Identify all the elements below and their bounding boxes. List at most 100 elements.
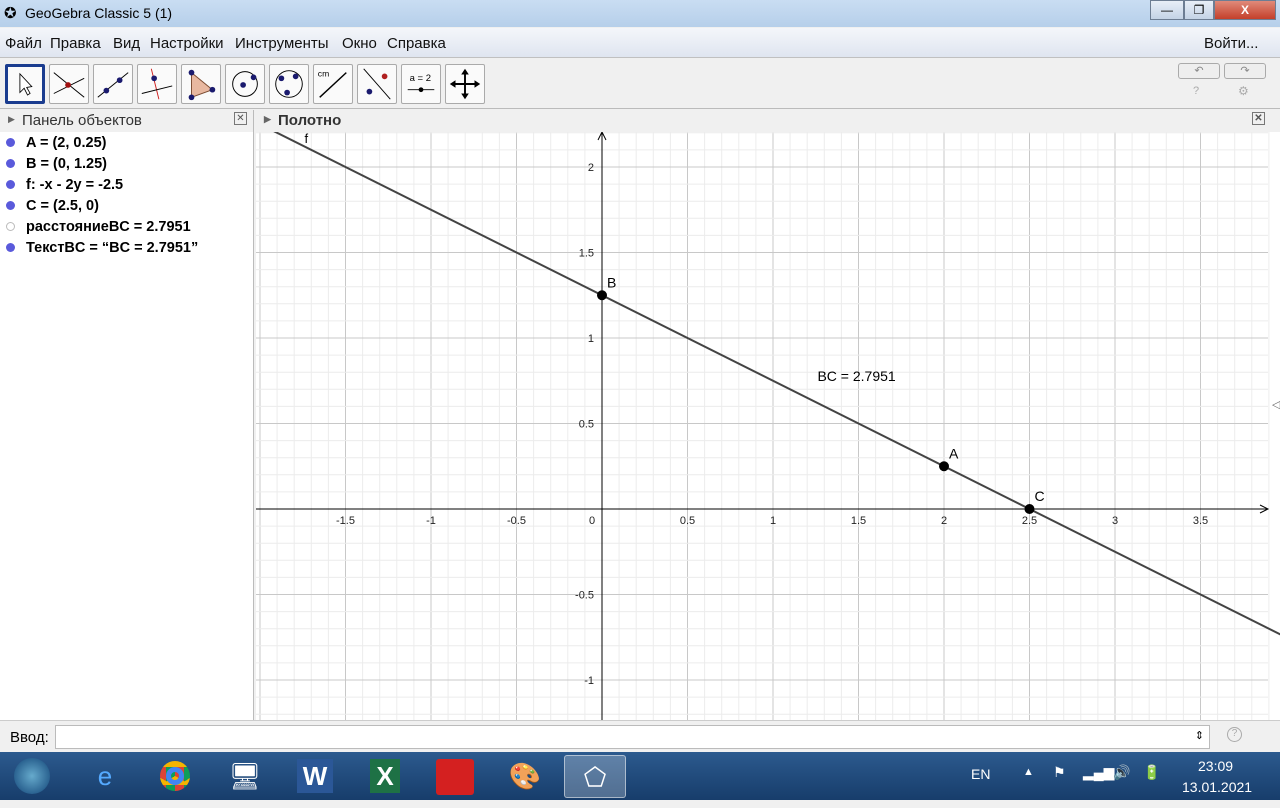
redo-button[interactable]: ↷: [1224, 63, 1266, 79]
x-tick-label: 3.5: [1193, 515, 1208, 527]
menu-edit[interactable]: Правка: [50, 35, 101, 52]
taskbar-paint-icon[interactable]: 🎨: [494, 755, 556, 798]
y-tick-label: -1: [584, 675, 594, 687]
tool-polygon[interactable]: [181, 64, 221, 104]
algebra-object[interactable]: B = (0, 1.25): [0, 153, 253, 174]
geogebra-icon: ✪: [4, 5, 17, 22]
close-panel-icon[interactable]: ✕: [1252, 112, 1265, 125]
menu-bar: Файл Правка Вид Настройки Инструменты Ок…: [0, 28, 1280, 58]
input-field[interactable]: ⇕: [55, 725, 1210, 749]
volume-icon[interactable]: 🔊: [1113, 764, 1130, 781]
input-label: Ввод:: [10, 729, 49, 746]
visibility-toggle-icon[interactable]: [6, 159, 15, 168]
help-icon[interactable]: ?: [1193, 85, 1199, 97]
tool-intersect[interactable]: [49, 64, 89, 104]
taskbar-excel-icon[interactable]: X: [354, 755, 416, 798]
settings-gear-icon[interactable]: ⚙: [1238, 84, 1249, 98]
y-tick-label: 0.5: [579, 419, 594, 431]
tool-slider[interactable]: a = 2: [401, 64, 441, 104]
graphics-canvas[interactable]: -1.5 -1 -0.5 0 0.5 1 1.5 2 2.5 3 3.5 2 1.5 1 0.5 -0.5 -1…: [256, 132, 1280, 720]
point-B: [597, 290, 607, 301]
taskbar-word-icon[interactable]: W: [284, 755, 346, 798]
tool-circle-three-points[interactable]: [269, 64, 309, 104]
point-label-B: B: [607, 274, 616, 290]
visibility-toggle-icon[interactable]: [6, 222, 15, 231]
algebra-object-text: f: -x - 2y = -2.5: [26, 177, 124, 193]
menu-tools[interactable]: Инструменты: [235, 35, 329, 52]
taskbar-red-app-icon[interactable]: [424, 755, 486, 798]
close-panel-icon[interactable]: ✕: [234, 112, 247, 125]
x-tick-label: -1.5: [336, 515, 355, 527]
algebra-object[interactable]: A = (2, 0.25): [0, 132, 253, 153]
x-tick-label: 1: [770, 515, 776, 527]
menu-window[interactable]: Окно: [342, 35, 377, 52]
tool-circle[interactable]: [225, 64, 265, 104]
algebra-panel-title: Панель объектов: [22, 112, 142, 129]
visibility-toggle-icon[interactable]: [6, 201, 15, 210]
start-button[interactable]: [4, 755, 60, 798]
menu-help[interactable]: Справка: [387, 35, 446, 52]
minimize-button[interactable]: —: [1150, 0, 1184, 20]
restore-button[interactable]: ❐: [1184, 0, 1214, 20]
input-bar: Ввод: ⇕ ?: [0, 720, 1280, 752]
language-indicator[interactable]: EN: [971, 766, 990, 782]
visibility-toggle-icon[interactable]: [6, 180, 15, 189]
tool-perpendicular[interactable]: [137, 64, 177, 104]
close-button[interactable]: X: [1214, 0, 1276, 20]
login-link[interactable]: Войти...: [1204, 35, 1258, 52]
menu-settings[interactable]: Настройки: [150, 35, 224, 52]
undo-button[interactable]: ↶: [1178, 63, 1220, 79]
tool-reflect[interactable]: [357, 64, 397, 104]
taskbar-chrome-icon[interactable]: [144, 755, 206, 798]
network-signal-icon[interactable]: ▂▄▆: [1083, 764, 1114, 781]
visibility-toggle-icon[interactable]: [6, 138, 15, 147]
point-C: [1024, 504, 1035, 514]
clock-date[interactable]: 13.01.2021: [1182, 779, 1252, 795]
tool-move-graphics[interactable]: [445, 64, 485, 104]
distance-label: cm: [318, 68, 329, 78]
algebra-object-text: ТекстBC = “BC = 2.7951”: [26, 240, 199, 256]
x-tick-label: 0.5: [680, 515, 695, 527]
algebra-panel-header: ▶ Панель объектов ✕: [0, 110, 253, 132]
distance-text-BC: BC = 2.7951: [817, 368, 895, 384]
visibility-toggle-icon[interactable]: [6, 243, 15, 252]
clock-time[interactable]: 23:09: [1198, 758, 1233, 774]
menu-file[interactable]: Файл: [5, 35, 42, 52]
battery-icon[interactable]: 🔋: [1143, 764, 1160, 781]
toolbar: cm a = 2 ↶ ↷ ? ⚙: [0, 58, 1280, 109]
taskbar-internet-explorer-icon[interactable]: e: [74, 755, 136, 798]
y-tick-label: 1.5: [579, 248, 594, 260]
taskbar-computer-icon[interactable]: 🖥: [214, 755, 276, 798]
tool-move[interactable]: [5, 64, 45, 104]
algebra-object[interactable]: f: -x - 2y = -2.5: [0, 174, 253, 195]
y-tick-label: -0.5: [575, 590, 594, 602]
algebra-object[interactable]: ТекстBC = “BC = 2.7951”: [0, 237, 253, 258]
collapse-triangle-icon[interactable]: ▶: [8, 114, 15, 125]
collapse-triangle-icon[interactable]: ▶: [264, 114, 271, 125]
show-hidden-icons[interactable]: ▲: [1023, 766, 1034, 778]
tool-line[interactable]: [93, 64, 133, 104]
input-help-icon[interactable]: ?: [1227, 727, 1242, 742]
window-title: GeoGebra Classic 5 (1): [25, 5, 173, 21]
taskbar-geogebra-icon[interactable]: ⬠: [564, 755, 626, 798]
slider-label: a = 2: [410, 73, 431, 84]
graphics-header: ▶ Полотно ✕: [256, 110, 1280, 132]
x-tick-label: 1.5: [851, 515, 866, 527]
line-f-label: f: [304, 132, 308, 146]
input-history-icon[interactable]: ⇕: [1195, 729, 1204, 742]
menu-view[interactable]: Вид: [113, 35, 140, 52]
x-tick-label: 3: [1112, 515, 1118, 527]
point-label-A: A: [949, 445, 959, 461]
graphics-title: Полотно: [278, 112, 342, 129]
x-tick-label: 2: [941, 515, 947, 527]
graphics-view[interactable]: ▶ Полотно ✕ -1.5 -1 -0.5 0 0.5 1 1.5 2 2.5 3 3.5 2 1.5…: [256, 110, 1280, 720]
expand-sidebar-icon[interactable]: ◁: [1272, 398, 1280, 411]
action-center-flag-icon[interactable]: ⚑: [1053, 764, 1066, 781]
algebra-object-text: B = (0, 1.25): [26, 156, 107, 172]
line-f: [273, 132, 1280, 636]
algebra-object[interactable]: расстояниеBC = 2.7951: [0, 216, 253, 237]
tool-distance[interactable]: cm: [313, 64, 353, 104]
algebra-object[interactable]: C = (2.5, 0): [0, 195, 253, 216]
algebra-panel: ▶ Панель объектов ✕ A = (2, 0.25) B = (0, 1…: [0, 110, 254, 720]
algebra-object-text: C = (2.5, 0): [26, 198, 99, 214]
